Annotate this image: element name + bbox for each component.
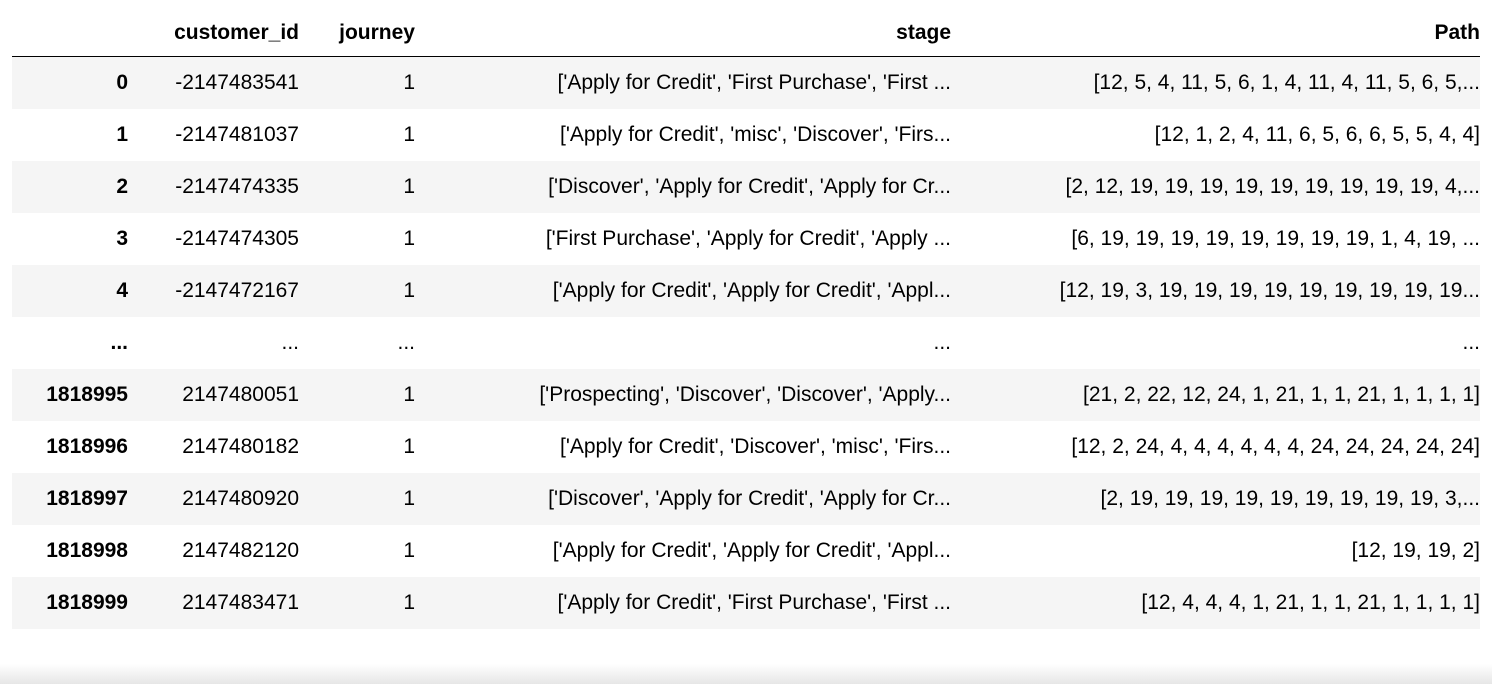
column-header-stage: stage <box>415 10 951 57</box>
row-index: 1 <box>116 122 128 146</box>
stage-cell: ['First Purchase', 'Apply for Credit', '… <box>545 226 951 250</box>
stage-cell: ['Apply for Credit', 'First Purchase', '… <box>557 590 951 614</box>
path-cell: [12, 1, 2, 4, 11, 6, 5, 6, 6, 5, 5, 4, 4… <box>1154 122 1480 146</box>
path-cell: [21, 2, 22, 12, 24, 1, 21, 1, 1, 21, 1, … <box>1083 382 1480 406</box>
table-row: 0 -2147483541 1 ['Apply for Credit', 'Fi… <box>12 56 1480 109</box>
path-cell: [12, 4, 4, 4, 1, 21, 1, 1, 21, 1, 1, 1, … <box>1141 590 1480 614</box>
column-header-customer-id: customer_id <box>128 10 299 57</box>
stage-cell: ... <box>933 330 951 354</box>
row-index: 1818996 <box>46 434 128 458</box>
customer-id-cell: -2147474305 <box>175 226 299 250</box>
stage-cell: ['Apply for Credit', 'misc', 'Discover',… <box>560 122 951 146</box>
row-index: 2 <box>116 174 128 198</box>
customer-id-cell: 2147480920 <box>182 486 299 510</box>
table-row: 1818997 2147480920 1 ['Discover', 'Apply… <box>12 472 1480 525</box>
path-cell: [2, 12, 19, 19, 19, 19, 19, 19, 19, 19, … <box>1065 174 1480 198</box>
customer-id-cell: -2147474335 <box>175 174 299 198</box>
table-row: 1818996 2147480182 1 ['Apply for Credit'… <box>12 420 1480 473</box>
journey-cell: ... <box>397 330 415 354</box>
table-row: 1818999 2147483471 1 ['Apply for Credit'… <box>12 576 1480 629</box>
row-index: 1818995 <box>46 382 128 406</box>
journey-cell: 1 <box>403 226 415 250</box>
table-row: 4 -2147472167 1 ['Apply for Credit', 'Ap… <box>12 264 1480 317</box>
row-index: 1818999 <box>46 590 128 614</box>
customer-id-cell: ... <box>281 330 299 354</box>
table-row: 1818995 2147480051 1 ['Prospecting', 'Di… <box>12 368 1480 421</box>
journey-cell: 1 <box>403 382 415 406</box>
stage-cell: ['Discover', 'Apply for Credit', 'Apply … <box>548 174 951 198</box>
column-header-journey: journey <box>299 10 415 57</box>
customer-id-cell: -2147481037 <box>175 122 299 146</box>
customer-id-cell: -2147483541 <box>175 70 299 94</box>
journey-cell: 1 <box>403 278 415 302</box>
column-header-path: Path <box>951 10 1480 57</box>
row-index: 1818997 <box>46 486 128 510</box>
ellipsis-row: ... ... ... ... ... <box>12 316 1480 369</box>
journey-cell: 1 <box>403 122 415 146</box>
path-cell: [2, 19, 19, 19, 19, 19, 19, 19, 19, 19, … <box>1100 486 1480 510</box>
customer-id-cell: -2147472167 <box>175 278 299 302</box>
path-cell: [12, 19, 3, 19, 19, 19, 19, 19, 19, 19, … <box>1059 278 1480 302</box>
journey-cell: 1 <box>403 538 415 562</box>
customer-id-cell: 2147480051 <box>182 382 299 406</box>
row-index: 0 <box>116 70 128 94</box>
journey-cell: 1 <box>403 70 415 94</box>
path-cell: ... <box>1462 330 1480 354</box>
journey-cell: 1 <box>403 486 415 510</box>
customer-id-cell: 2147482120 <box>182 538 299 562</box>
table-row: 2 -2147474335 1 ['Discover', 'Apply for … <box>12 160 1480 213</box>
stage-cell: ['Prospecting', 'Discover', 'Discover', … <box>539 382 951 406</box>
stage-cell: ['Apply for Credit', 'Apply for Credit',… <box>552 278 951 302</box>
output-bottom-shadow <box>0 664 1492 684</box>
row-index: ... <box>110 330 128 354</box>
stage-cell: ['Apply for Credit', 'Discover', 'misc',… <box>560 434 951 458</box>
path-cell: [6, 19, 19, 19, 19, 19, 19, 19, 19, 1, 4… <box>1071 226 1480 250</box>
customer-id-cell: 2147480182 <box>182 434 299 458</box>
header-row: customer_id journey stage Path <box>12 10 1480 57</box>
journey-cell: 1 <box>403 434 415 458</box>
stage-cell: ['Apply for Credit', 'First Purchase', '… <box>557 70 951 94</box>
table-row: 1818998 2147482120 1 ['Apply for Credit'… <box>12 524 1480 577</box>
stage-cell: ['Discover', 'Apply for Credit', 'Apply … <box>548 486 951 510</box>
dataframe-output: customer_id journey stage Path 0 -214748… <box>0 0 1492 684</box>
path-cell: [12, 5, 4, 11, 5, 6, 1, 4, 11, 4, 11, 5,… <box>1093 70 1480 94</box>
journey-cell: 1 <box>403 590 415 614</box>
row-index: 1818998 <box>46 538 128 562</box>
path-cell: [12, 19, 19, 2] <box>1351 538 1480 562</box>
row-index: 3 <box>116 226 128 250</box>
stage-cell: ['Apply for Credit', 'Apply for Credit',… <box>552 538 951 562</box>
column-header-index <box>12 10 128 57</box>
path-cell: [12, 2, 24, 4, 4, 4, 4, 4, 4, 24, 24, 24… <box>1071 434 1480 458</box>
row-index: 4 <box>116 278 128 302</box>
customer-id-cell: 2147483471 <box>182 590 299 614</box>
table-row: 3 -2147474305 1 ['First Purchase', 'Appl… <box>12 212 1480 265</box>
journey-cell: 1 <box>403 174 415 198</box>
table-row: 1 -2147481037 1 ['Apply for Credit', 'mi… <box>12 108 1480 161</box>
dataframe-table: customer_id journey stage Path 0 -214748… <box>12 10 1480 629</box>
